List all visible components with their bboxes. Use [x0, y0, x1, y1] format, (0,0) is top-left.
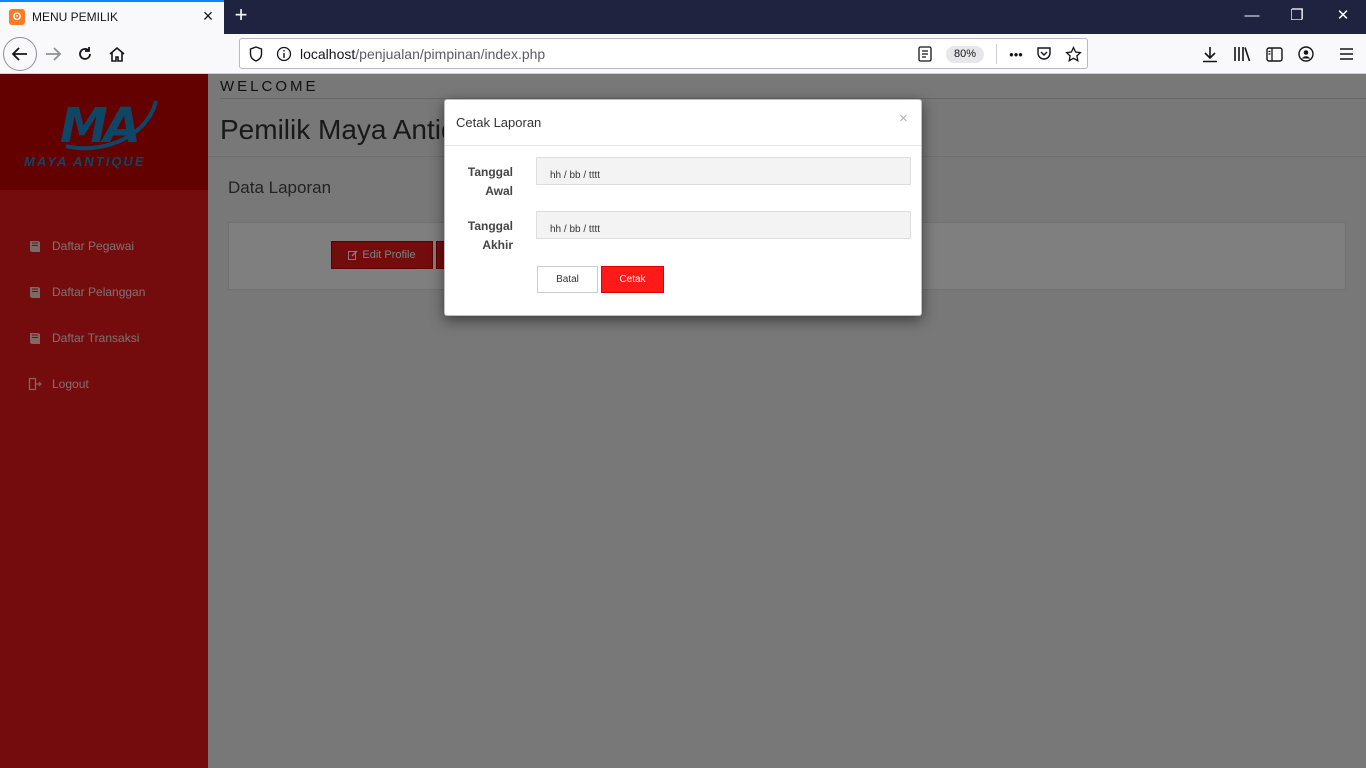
- info-icon[interactable]: [276, 46, 292, 62]
- zoom-level-badge[interactable]: 80%: [946, 46, 984, 63]
- sidebar-toggle-icon[interactable]: [1265, 45, 1283, 63]
- downloads-icon[interactable]: [1201, 45, 1219, 63]
- url-text: localhost/penjualan/pimpinan/index.php: [300, 46, 545, 62]
- new-tab-button[interactable]: +: [229, 3, 253, 27]
- restore-window-button[interactable]: ❐: [1282, 6, 1312, 26]
- reload-button[interactable]: [69, 38, 101, 70]
- forward-button[interactable]: [37, 38, 69, 70]
- end-date-input[interactable]: hh / bb / tttt: [536, 211, 911, 239]
- end-date-label-line1: Tanggal: [467, 219, 513, 233]
- start-date-input[interactable]: hh / bb / tttt: [536, 157, 911, 185]
- home-button[interactable]: [101, 38, 133, 70]
- pocket-icon[interactable]: [1036, 46, 1052, 62]
- end-date-label: Tanggal Akhir: [453, 217, 513, 255]
- url-separator: [996, 44, 997, 64]
- start-date-label-line2: Awal: [485, 184, 513, 198]
- library-icon[interactable]: [1233, 45, 1251, 63]
- account-icon[interactable]: [1297, 45, 1315, 63]
- xampp-favicon-icon: ʘ: [9, 9, 25, 25]
- close-tab-icon[interactable]: ×: [199, 7, 217, 25]
- close-window-button[interactable]: ✕: [1328, 6, 1358, 26]
- print-report-dialog: Cetak Laporan × Tanggal Awal hh / bb / t…: [444, 99, 922, 316]
- close-icon[interactable]: ×: [899, 110, 908, 127]
- shield-icon[interactable]: [248, 46, 264, 62]
- page-actions-button[interactable]: •••: [1006, 45, 1026, 63]
- reader-view-icon[interactable]: [917, 46, 933, 62]
- browser-toolbar: localhost/penjualan/pimpinan/index.php 8…: [0, 34, 1366, 74]
- tab-title: MENU PEMILIK: [32, 10, 119, 24]
- end-date-label-line2: Akhir: [482, 238, 513, 252]
- home-icon: [109, 46, 125, 62]
- browser-tab[interactable]: ʘ MENU PEMILIK ×: [0, 0, 224, 34]
- back-arrow-icon: [11, 47, 27, 61]
- back-button[interactable]: [3, 37, 37, 71]
- bookmark-star-icon[interactable]: [1064, 45, 1082, 63]
- start-date-label-line1: Tanggal: [467, 165, 513, 179]
- forward-arrow-icon: [46, 47, 62, 61]
- app-menu-icon[interactable]: [1337, 45, 1355, 63]
- url-host: localhost: [300, 46, 356, 62]
- browser-tab-strip: ʘ MENU PEMILIK × + — ❐ ✕: [0, 0, 1366, 34]
- print-button[interactable]: Cetak: [601, 266, 664, 293]
- cancel-button[interactable]: Batal: [537, 266, 598, 293]
- reload-icon: [79, 47, 91, 60]
- address-bar[interactable]: localhost/penjualan/pimpinan/index.php 8…: [239, 38, 1088, 69]
- dialog-header: Cetak Laporan ×: [445, 100, 921, 146]
- dialog-title: Cetak Laporan: [456, 115, 542, 130]
- start-date-label: Tanggal Awal: [453, 163, 513, 201]
- url-path: /penjualan/pimpinan/index.php: [355, 46, 546, 62]
- minimize-window-button[interactable]: —: [1237, 6, 1267, 26]
